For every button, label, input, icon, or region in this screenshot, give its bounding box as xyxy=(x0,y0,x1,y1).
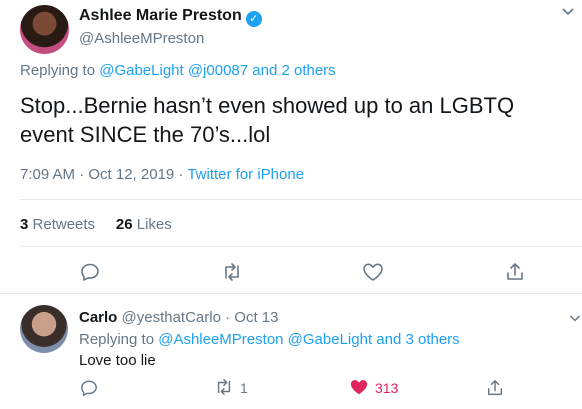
tweet-stats: 3 Retweets 26 Likes xyxy=(20,216,172,233)
reply-menu-chevron-down-icon[interactable] xyxy=(569,312,581,326)
reply-author-name[interactable]: Carlo xyxy=(79,309,117,326)
tweet-text: Stop...Bernie hasn’t even showed up to a… xyxy=(20,93,515,147)
reply-author-avatar[interactable] xyxy=(20,305,68,353)
author-handle[interactable]: @AshleeMPreston xyxy=(79,30,204,47)
reply-icon[interactable] xyxy=(80,262,100,282)
reply-retweet-count: 1 xyxy=(240,380,248,396)
replying-to: Replying to @GabeLight @j00087 and 2 oth… xyxy=(20,62,336,79)
divider xyxy=(20,199,582,200)
likes-stat[interactable]: 26 Likes xyxy=(116,216,172,233)
divider xyxy=(0,293,582,294)
likes-label: Likes xyxy=(136,216,172,233)
author-avatar[interactable] xyxy=(20,5,69,54)
reply-reply-icon[interactable] xyxy=(80,379,98,397)
reply-replying-mentions[interactable]: @AshleeMPreston @GabeLight and 3 others xyxy=(158,331,459,348)
replying-to-mentions[interactable]: @GabeLight @j00087 and 2 others xyxy=(99,62,335,79)
reply-text: Love too lie xyxy=(79,352,156,369)
share-icon[interactable] xyxy=(505,262,525,282)
reply-like-count: 313 xyxy=(375,380,399,396)
reply-author-handle[interactable]: @yesthatCarlo xyxy=(122,309,221,326)
reply-replying-prefix: Replying to xyxy=(79,331,155,348)
retweet-icon[interactable] xyxy=(221,262,243,282)
tweet-meta: 7:09 AM · Oct 12, 2019 · Twitter for iPh… xyxy=(20,166,304,183)
reply-retweet-button[interactable]: 1 xyxy=(214,378,248,401)
reply-like-filled-heart-icon xyxy=(349,378,369,396)
likes-count: 26 xyxy=(115,216,133,233)
retweets-stat[interactable]: 3 Retweets xyxy=(20,216,95,233)
like-icon[interactable] xyxy=(362,262,384,282)
author-name[interactable]: Ashlee Marie Preston ✓ xyxy=(79,7,262,27)
reply-share-icon[interactable] xyxy=(486,379,504,397)
divider xyxy=(20,246,582,247)
verified-badge-icon: ✓ xyxy=(245,11,262,27)
retweets-label: Retweets xyxy=(32,216,96,233)
tweet-menu-chevron-down-icon[interactable] xyxy=(561,6,575,20)
replying-to-prefix: Replying to xyxy=(20,62,96,79)
author-name-text[interactable]: Ashlee Marie Preston xyxy=(79,7,242,24)
tweet-source[interactable]: Twitter for iPhone xyxy=(187,166,304,183)
reply-header: Carlo @yesthatCarlo · Oct 13 xyxy=(79,309,278,326)
retweets-count: 3 xyxy=(20,216,29,233)
tweet-timestamp[interactable]: 7:09 AM · Oct 12, 2019 · xyxy=(20,166,183,183)
reply-like-button[interactable]: 313 xyxy=(349,378,398,401)
reply-replying-to: Replying to @AshleeMPreston @GabeLight a… xyxy=(79,331,460,348)
reply-retweet-icon xyxy=(214,378,234,396)
reply-date[interactable]: · Oct 13 xyxy=(225,309,278,326)
